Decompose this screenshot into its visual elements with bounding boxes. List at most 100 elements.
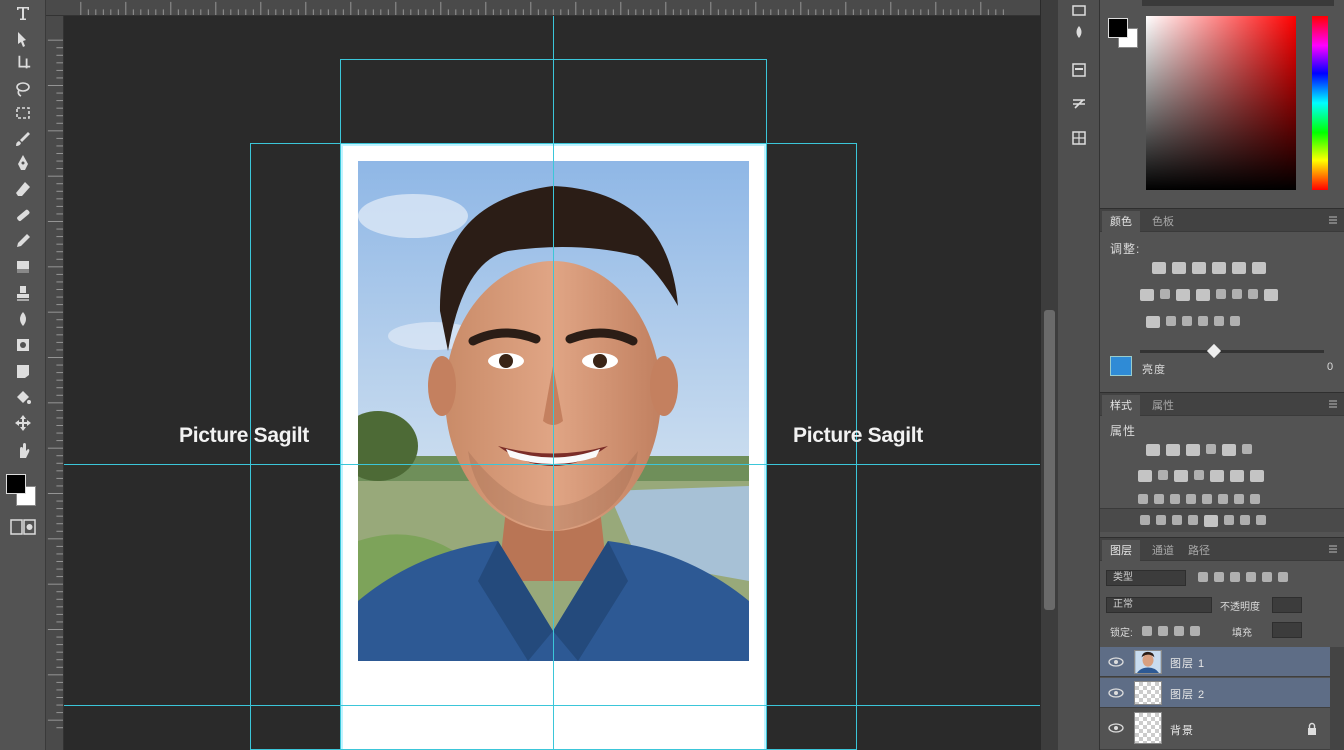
style-preset-4[interactable] [1206, 444, 1216, 454]
style-preset-19[interactable] [1218, 494, 1228, 504]
tools-options-icon[interactable] [1065, 92, 1093, 116]
tab-paths[interactable]: 路径 [1180, 542, 1218, 560]
lock-all-icon[interactable] [1190, 626, 1200, 636]
foreground-color-swatch[interactable] [6, 474, 26, 494]
footer-icon-1[interactable] [1140, 515, 1150, 525]
style-preset-15[interactable] [1154, 494, 1164, 504]
document-canvas[interactable]: Picture Sagilt Picture Sagilt [64, 16, 1040, 750]
footer-icon-8[interactable] [1256, 515, 1266, 525]
blend-mode-select[interactable]: 正常 [1106, 597, 1212, 613]
visibility-eye-icon[interactable] [1108, 721, 1124, 735]
levels-icon[interactable] [1172, 262, 1186, 274]
variations-icon[interactable] [1214, 316, 1224, 326]
style-preset-7[interactable] [1138, 470, 1152, 482]
tab-styles[interactable]: 样式 [1102, 395, 1140, 417]
tab-layers[interactable]: 图层 [1102, 540, 1140, 562]
vertical-center-guide[interactable] [553, 16, 554, 750]
horizontal-guide[interactable] [64, 464, 1040, 465]
path-select-icon[interactable] [8, 28, 38, 50]
spot-heal-icon[interactable] [8, 204, 38, 226]
style-preset-8[interactable] [1158, 470, 1168, 480]
desaturate-icon[interactable] [1230, 316, 1240, 326]
hdr-icon[interactable] [1198, 316, 1208, 326]
bw-icon[interactable] [1160, 289, 1170, 299]
brush-icon[interactable] [8, 128, 38, 150]
style-preset-21[interactable] [1250, 494, 1260, 504]
tab-channels[interactable]: 通道 [1144, 542, 1182, 560]
style-preset-10[interactable] [1194, 470, 1204, 480]
lock-artboard-icon[interactable] [1174, 626, 1184, 636]
footer-icon-3[interactable] [1172, 515, 1182, 525]
hue-sat-icon[interactable] [1252, 262, 1266, 274]
lock-position-icon[interactable] [1158, 626, 1168, 636]
style-preset-6[interactable] [1242, 444, 1252, 454]
invert-icon[interactable] [1232, 289, 1242, 299]
posterize-icon[interactable] [1248, 289, 1258, 299]
layer-kind-filter[interactable]: 类型 [1106, 570, 1186, 586]
footer-icon-7[interactable] [1240, 515, 1250, 525]
filter-type-icon[interactable] [1230, 572, 1240, 582]
shape-icon[interactable] [8, 360, 38, 382]
scrollbar-thumb[interactable] [1044, 310, 1055, 610]
lock-pixels-icon[interactable] [1142, 626, 1152, 636]
fill-field[interactable] [1272, 622, 1302, 638]
pen-icon[interactable] [8, 152, 38, 174]
layer-row[interactable]: 背景 [1100, 709, 1330, 750]
vertical-scrollbar[interactable] [1040, 0, 1058, 750]
color-lookup-icon[interactable] [1216, 289, 1226, 299]
style-preset-5[interactable] [1222, 444, 1236, 456]
footer-icon-4[interactable] [1188, 515, 1198, 525]
filter-smart-icon[interactable] [1262, 572, 1272, 582]
style-preset-11[interactable] [1210, 470, 1224, 482]
horizontal-guide-lower[interactable] [64, 705, 1040, 706]
style-preset-14[interactable] [1138, 494, 1148, 504]
tab-swatches[interactable]: 色板 [1144, 213, 1182, 231]
style-preset-3[interactable] [1186, 444, 1200, 456]
color-balance-icon[interactable] [1140, 289, 1154, 301]
curves-icon[interactable] [1192, 262, 1206, 274]
shadows-icon[interactable] [1182, 316, 1192, 326]
layer-row[interactable]: 图层 2 [1100, 678, 1330, 708]
hand-icon[interactable] [8, 440, 38, 462]
exposure-icon[interactable] [1212, 262, 1226, 274]
channel-mixer-icon[interactable] [1196, 289, 1210, 301]
vibrance-icon[interactable] [1232, 262, 1246, 274]
style-preset-20[interactable] [1234, 494, 1244, 504]
style-preset-2[interactable] [1166, 444, 1180, 456]
footer-icon-2[interactable] [1156, 515, 1166, 525]
bucket-icon[interactable] [8, 386, 38, 408]
crop-icon[interactable] [8, 52, 38, 74]
style-preset-13[interactable] [1250, 470, 1264, 482]
layer-name[interactable]: 图层 1 [1170, 655, 1205, 671]
visibility-eye-icon[interactable] [1108, 655, 1124, 669]
lasso-icon[interactable] [8, 78, 38, 100]
gradient-icon[interactable] [8, 256, 38, 278]
layer-name[interactable]: 背景 [1170, 722, 1194, 738]
color-picker-field[interactable] [1146, 16, 1296, 190]
eraser-icon[interactable] [8, 178, 38, 200]
visibility-eye-icon[interactable] [1108, 686, 1124, 700]
panel-foreground-swatch[interactable] [1108, 18, 1128, 38]
tab-properties[interactable]: 属性 [1144, 397, 1182, 415]
tab-color[interactable]: 颜色 [1102, 211, 1140, 233]
threshold-icon[interactable] [1264, 289, 1278, 301]
adjust-preset-icon[interactable] [1110, 356, 1132, 376]
blur-icon[interactable] [8, 308, 38, 330]
properties-icon[interactable] [1065, 58, 1093, 82]
layers-scrollbar[interactable] [1330, 647, 1344, 750]
dodge-icon[interactable] [8, 334, 38, 356]
filter-adjust-icon[interactable] [1214, 572, 1224, 582]
filter-pixel-icon[interactable] [1198, 572, 1208, 582]
filter-shape-icon[interactable] [1246, 572, 1256, 582]
layers-menu-icon[interactable] [1328, 544, 1338, 554]
panel-menu-icon[interactable] [1328, 215, 1338, 225]
style-preset-17[interactable] [1186, 494, 1196, 504]
pencil-icon[interactable] [8, 230, 38, 252]
brightness-icon[interactable] [1152, 262, 1166, 274]
libraries-icon[interactable] [1065, 126, 1093, 150]
swatches-icon[interactable] [1065, 20, 1093, 44]
photo-filter-icon[interactable] [1176, 289, 1190, 301]
style-preset-18[interactable] [1202, 494, 1212, 504]
type-icon[interactable] [8, 2, 38, 24]
layer-row[interactable]: 图层 1 [1100, 647, 1330, 677]
